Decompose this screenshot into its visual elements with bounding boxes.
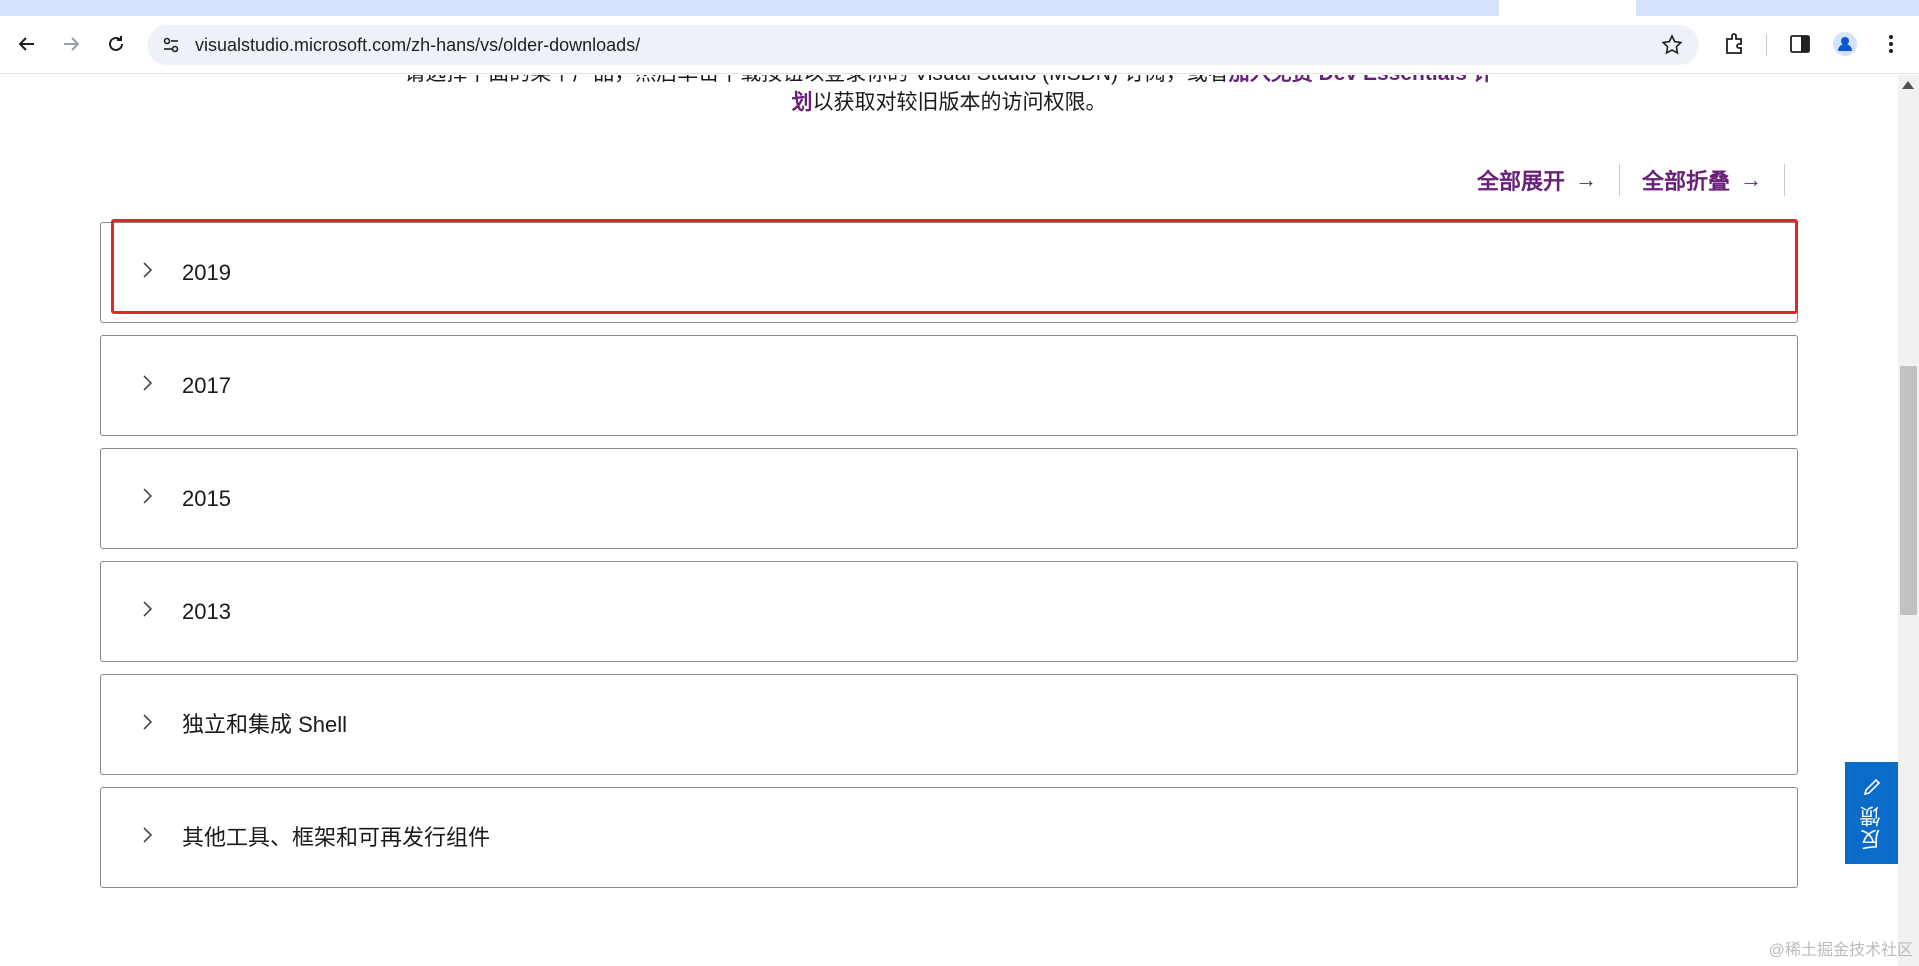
accordion-item-label: 其他工具、框架和可再发行组件 (182, 825, 491, 850)
url-text[interactable]: visualstudio.microsoft.com/zh-hans/vs/ol… (195, 25, 640, 65)
toolbar-divider (1766, 34, 1767, 56)
accordion-item-label: 2013 (182, 599, 231, 624)
back-button[interactable] (12, 29, 42, 59)
collapse-all-button[interactable]: 全部折叠 → (1620, 164, 1784, 196)
chevron-right-icon (143, 488, 153, 504)
arrow-right-icon: → (1574, 167, 1597, 192)
site-info-icon[interactable] (161, 35, 181, 55)
forward-arrow-icon (64, 37, 80, 51)
back-arrow-icon (18, 37, 34, 51)
accordion-item-label: 独立和集成 Shell (182, 712, 348, 737)
side-panel-icon[interactable] (1787, 31, 1813, 57)
accordion-item-label: 2019 (182, 260, 231, 285)
page-content: 请选择下面的某个产品，然后单击下载按钮以登录你的 Visual Studio (… (0, 75, 1898, 966)
intro-text-line1: 请选择下面的某个产品，然后单击下载按钮以登录你的 Visual Studio (… (404, 75, 1229, 85)
arrow-right-icon: → (1740, 167, 1762, 192)
chevron-right-icon (143, 262, 153, 278)
pencil-icon (1863, 778, 1880, 796)
accordion-item-other-tools[interactable]: 其他工具、框架和可再发行组件 (100, 787, 1798, 888)
accordion-item-shell[interactable]: 独立和集成 Shell (100, 674, 1798, 775)
tab-strip-right (1636, 0, 1919, 16)
chevron-right-icon (143, 375, 153, 391)
reload-button[interactable] (101, 29, 131, 59)
profile-avatar-icon[interactable] (1832, 31, 1858, 57)
extensions-icon[interactable] (1722, 31, 1748, 57)
chevron-right-icon (143, 601, 153, 617)
accordion-item-2015[interactable]: 2015 (100, 448, 1798, 549)
accordion-item-label: 2015 (182, 486, 231, 511)
accordion-item-2017[interactable]: 2017 (100, 335, 1798, 436)
dev-essentials-link-cont[interactable]: 划 (792, 91, 813, 114)
accordion-item-2013[interactable]: 2013 (100, 561, 1798, 662)
collapse-all-label: 全部折叠 (1641, 169, 1730, 194)
browser-toolbar: visualstudio.microsoft.com/zh-hans/vs/ol… (0, 16, 1919, 74)
intro-paragraph: 请选择下面的某个产品，然后单击下载按钮以登录你的 Visual Studio (… (0, 75, 1898, 117)
active-tab[interactable] (1499, 0, 1636, 16)
watermark: @稀土掘金技术社区 (1768, 942, 1913, 959)
chevron-right-icon (143, 827, 153, 843)
tab-strip (0, 0, 1919, 16)
scrollbar-thumb[interactable] (1900, 366, 1917, 615)
accordion-item-2019[interactable]: 2019 (100, 222, 1798, 323)
feedback-button[interactable]: 反馈 (1845, 762, 1898, 864)
forward-button[interactable] (56, 29, 86, 59)
accordion-item-label: 2017 (182, 373, 231, 398)
controls-divider (1784, 164, 1785, 196)
accordion-controls: 全部展开 → 全部折叠 → (1455, 163, 1785, 197)
page-scrollbar[interactable] (1898, 75, 1919, 966)
bookmark-star-icon[interactable] (1661, 34, 1683, 56)
chevron-right-icon (143, 714, 153, 730)
intro-text-line2: 以获取对较旧版本的访问权限。 (812, 91, 1107, 114)
dev-essentials-link[interactable]: 加入免费 Dev Essentials 计 (1229, 75, 1494, 85)
scroll-up-arrow-icon[interactable] (1902, 81, 1914, 89)
expand-all-label: 全部展开 (1476, 169, 1565, 194)
address-bar[interactable]: visualstudio.microsoft.com/zh-hans/vs/ol… (147, 25, 1699, 65)
expand-all-button[interactable]: 全部展开 → (1455, 164, 1619, 196)
more-menu-icon[interactable] (1878, 31, 1904, 57)
reload-icon (109, 36, 123, 51)
feedback-label: 反馈 (1859, 804, 1883, 850)
